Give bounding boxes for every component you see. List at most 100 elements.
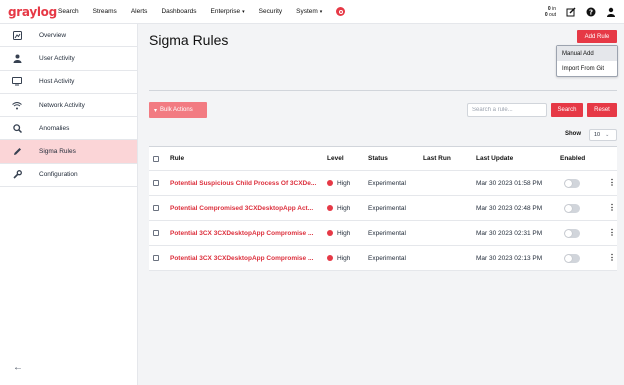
sidebar-item-label: Sigma Rules	[39, 148, 76, 156]
status-value: Experimental	[368, 254, 406, 262]
last-run-value	[423, 246, 473, 270]
sidebar-item-label: Host Activity	[39, 78, 75, 86]
last-update-value: Mar 30 2023 02:31 PM	[476, 229, 543, 237]
rule-link[interactable]: Potential Compromised 3CXDesktopApp Act.…	[170, 205, 320, 212]
menu-item-import-from-git[interactable]: Import From Git	[557, 61, 617, 76]
status-value: Experimental	[368, 179, 406, 187]
select-all-checkbox[interactable]	[153, 155, 159, 162]
sidebar-item-label: Anomalies	[39, 124, 70, 132]
sidebar-item-anomalies[interactable]: Anomalies	[0, 117, 137, 141]
top-navbar: graylog Search Streams Alerts Dashboards…	[0, 0, 624, 24]
col-header-status[interactable]: Status	[368, 147, 422, 170]
nav-system[interactable]: System ▾	[296, 8, 322, 15]
nav-enterprise[interactable]: Enterprise ▾	[211, 8, 245, 15]
level-dot-icon	[327, 180, 333, 186]
sidebar: Overview User Activity Host Activity Net…	[0, 24, 138, 385]
notification-icon[interactable]	[336, 7, 346, 16]
col-header-enabled[interactable]: Enabled	[560, 147, 594, 170]
overview-icon	[12, 30, 22, 40]
chevron-down-icon: ▾	[242, 8, 245, 15]
reset-button[interactable]: Reset	[587, 103, 617, 117]
help-icon[interactable]: ?	[586, 7, 596, 17]
sidebar-item-label: Network Activity	[39, 101, 85, 109]
nav-alerts[interactable]: Alerts	[131, 8, 148, 15]
rule-link[interactable]: Potential 3CX 3CXDesktopApp Compromise .…	[170, 255, 320, 262]
user-menu-icon[interactable]	[606, 7, 616, 17]
nav-dashboards[interactable]: Dashboards	[161, 8, 196, 15]
level-dot-icon	[327, 230, 333, 236]
sidebar-item-label: Configuration	[39, 171, 78, 179]
menu-item-manual-add[interactable]: Manual Add	[557, 46, 617, 61]
collapse-sidebar-icon[interactable]: ←	[13, 362, 23, 373]
col-header-last-run[interactable]: Last Run	[423, 147, 473, 170]
col-header-rule[interactable]: Rule	[170, 147, 320, 170]
last-update-value: Mar 30 2023 02:13 PM	[476, 254, 543, 262]
user-icon	[12, 53, 22, 63]
last-run-value	[423, 196, 473, 220]
divider	[149, 90, 617, 91]
status-value: Experimental	[368, 204, 406, 212]
col-header-last-update[interactable]: Last Update	[476, 147, 556, 170]
nav-streams[interactable]: Streams	[93, 8, 117, 15]
kebab-menu-icon[interactable]: ⋮	[608, 179, 614, 187]
rule-link[interactable]: Potential Suspicious Child Process Of 3C…	[170, 180, 320, 187]
chevron-down-icon: ▾	[319, 8, 323, 15]
sidebar-item-label: User Activity	[39, 54, 75, 62]
pencil-icon	[12, 147, 22, 157]
status-value: Experimental	[368, 229, 406, 237]
level-value: High	[337, 254, 351, 262]
table-row: Potential 3CX 3CXDesktopApp Compromise .…	[149, 221, 617, 246]
sidebar-item-configuration[interactable]: Configuration	[0, 164, 137, 188]
level-dot-icon	[327, 255, 333, 261]
last-update-value: Mar 30 2023 01:58 PM	[476, 179, 543, 187]
last-run-value	[423, 171, 473, 195]
add-rule-button[interactable]: Add Rule	[577, 30, 617, 43]
search-input[interactable]	[467, 103, 547, 117]
level-value: High	[337, 204, 351, 212]
svg-text:?: ?	[589, 9, 593, 17]
enabled-toggle[interactable]	[564, 228, 580, 238]
nav-search[interactable]: Search	[58, 8, 79, 15]
last-update-value: Mar 30 2023 02:48 PM	[476, 204, 543, 212]
enabled-toggle[interactable]	[564, 203, 580, 213]
sidebar-item-sigma-rules[interactable]: Sigma Rules	[0, 140, 137, 164]
row-checkbox[interactable]	[153, 255, 159, 261]
row-checkbox[interactable]	[153, 180, 159, 186]
page-size-select[interactable]: 10 ⌄	[589, 129, 617, 141]
table-row: Potential Suspicious Child Process Of 3C…	[149, 171, 617, 196]
rules-table: Rule Level Status Last Run Last Update E…	[149, 146, 617, 271]
col-header-level[interactable]: Level	[327, 147, 365, 170]
navbar-right: 0 in 0 out ?	[545, 0, 616, 24]
kebab-menu-icon[interactable]: ⋮	[608, 229, 614, 237]
enabled-toggle[interactable]	[564, 253, 580, 263]
last-run-value	[423, 221, 473, 245]
throughput-indicator[interactable]: 0 in 0 out	[545, 6, 556, 18]
graylog-logo[interactable]: graylog	[8, 5, 58, 19]
level-value: High	[337, 179, 351, 187]
sidebar-item-overview[interactable]: Overview	[0, 24, 137, 48]
table-row: Potential Compromised 3CXDesktopApp Act.…	[149, 196, 617, 221]
table-row: Potential 3CX 3CXDesktopApp Compromise .…	[149, 246, 617, 271]
level-value: High	[337, 229, 351, 237]
level-dot-icon	[327, 205, 333, 211]
edit-icon[interactable]	[566, 7, 576, 17]
search-button[interactable]: Search	[551, 103, 583, 117]
sidebar-item-label: Overview	[39, 31, 67, 39]
rule-link[interactable]: Potential 3CX 3CXDesktopApp Compromise .…	[170, 230, 320, 237]
sidebar-item-user-activity[interactable]: User Activity	[0, 47, 137, 71]
sidebar-item-network-activity[interactable]: Network Activity	[0, 94, 137, 118]
search-icon	[12, 123, 22, 133]
enabled-toggle[interactable]	[564, 178, 580, 188]
wifi-icon	[12, 100, 22, 110]
kebab-menu-icon[interactable]: ⋮	[608, 204, 614, 212]
show-label: Show	[565, 131, 581, 137]
table-header: Rule Level Status Last Run Last Update E…	[149, 147, 617, 171]
nav-security[interactable]: Security	[259, 8, 282, 15]
kebab-menu-icon[interactable]: ⋮	[608, 254, 614, 262]
bulk-actions-button[interactable]: ▾ Bulk Actions	[149, 102, 207, 118]
row-checkbox[interactable]	[153, 230, 159, 236]
sidebar-item-host-activity[interactable]: Host Activity	[0, 71, 137, 94]
page-title: Sigma Rules	[149, 32, 229, 48]
chevron-down-icon: ⌄	[605, 132, 610, 138]
row-checkbox[interactable]	[153, 205, 159, 211]
